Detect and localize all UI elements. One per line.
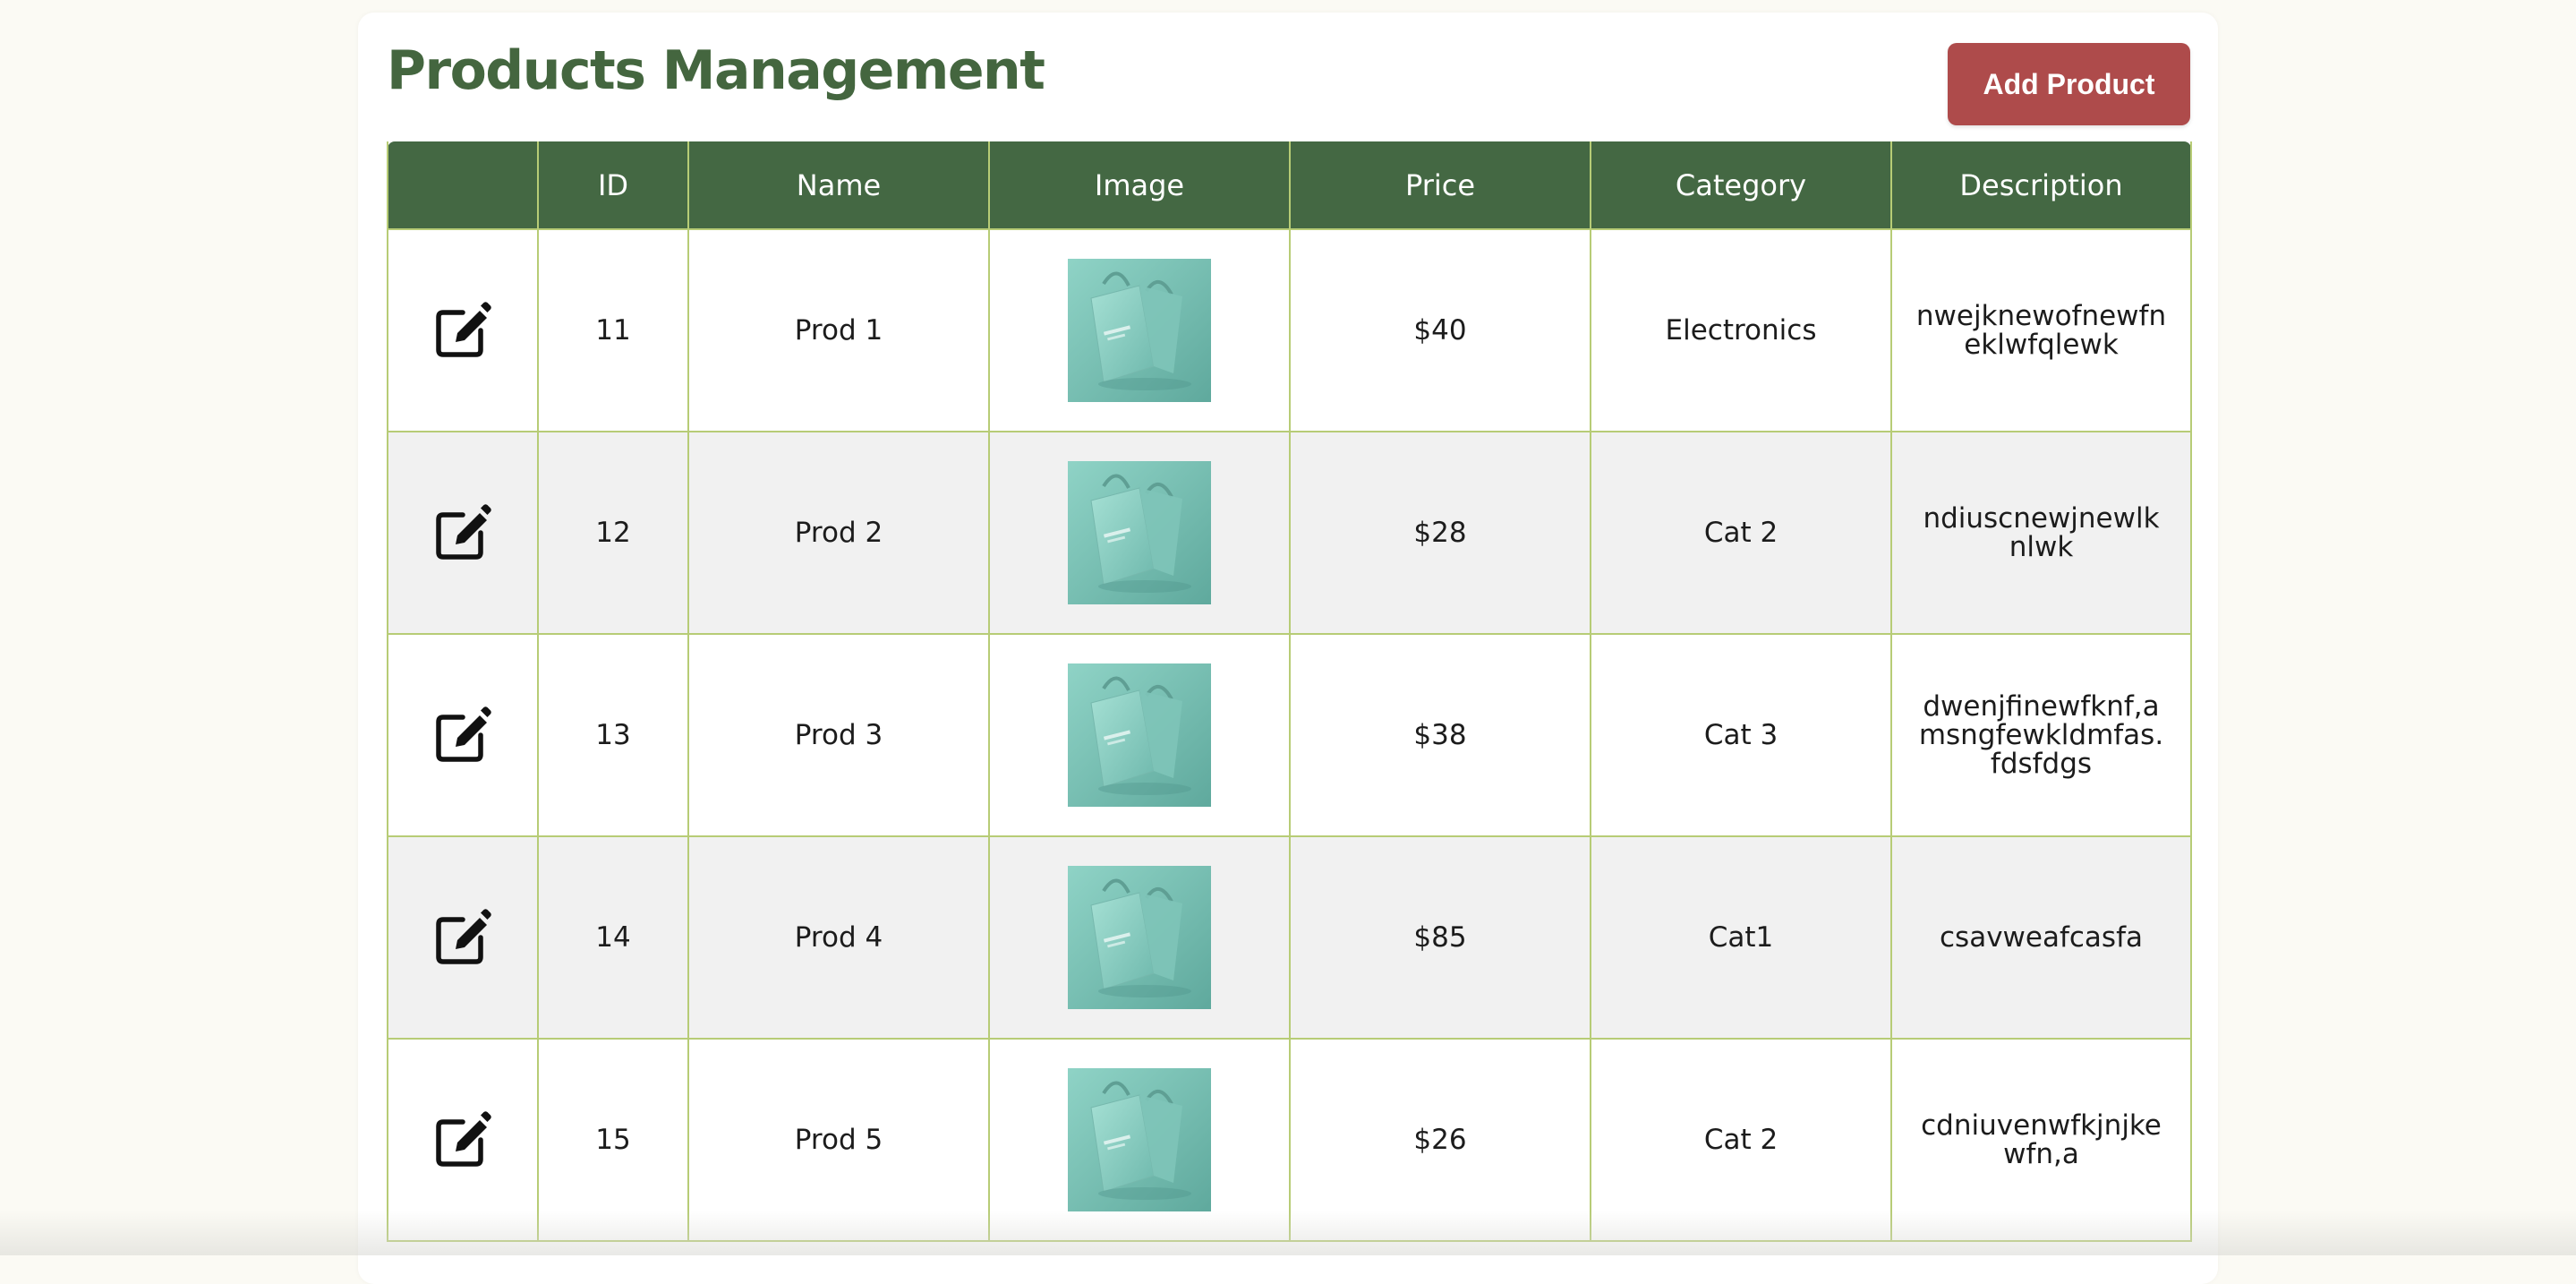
- cell-image: [988, 1038, 1291, 1242]
- column-header-actions: [387, 141, 539, 229]
- cell-description: ndiuscnewjnewlknlwk: [1890, 431, 2192, 635]
- add-product-button[interactable]: Add Product: [1948, 43, 2190, 125]
- column-header-name[interactable]: Name: [687, 141, 990, 229]
- page-title: Products Management: [387, 39, 1045, 102]
- cell-image: [988, 228, 1291, 432]
- cell-category: Cat 2: [1590, 431, 1892, 635]
- cell-price: $85: [1289, 835, 1591, 1040]
- edit-cell: [387, 633, 539, 837]
- product-image: [1068, 663, 1211, 807]
- cell-image: [988, 431, 1291, 635]
- table-row: 14 Prod 4 $85 Cat1 csavweafcasfa: [387, 835, 2192, 1040]
- product-image: [1068, 259, 1211, 402]
- cell-price: $40: [1289, 228, 1591, 432]
- cell-image: [988, 835, 1291, 1040]
- cell-name: Prod 1: [687, 228, 990, 432]
- table-row: 13 Prod 3 $38 Cat 3 dwenjfinewfknf,amsngfewk…: [387, 633, 2192, 837]
- column-header-category[interactable]: Category: [1590, 141, 1892, 229]
- edit-cell: [387, 835, 539, 1040]
- edit-cell: [387, 1038, 539, 1242]
- cell-id: 11: [537, 228, 689, 432]
- cell-category: Electronics: [1590, 228, 1892, 432]
- cell-price: $38: [1289, 633, 1591, 837]
- cell-price: $28: [1289, 431, 1591, 635]
- products-table: ID Name Image Price Category Description…: [387, 141, 2192, 1242]
- edit-cell: [387, 228, 539, 432]
- edit-cell: [387, 431, 539, 635]
- table-row: 15 Prod 5 $26 Cat 2 cdniuvenwfkjnjkewfn,a: [387, 1038, 2192, 1242]
- edit-icon[interactable]: [433, 1110, 492, 1169]
- cell-name: Prod 5: [687, 1038, 990, 1242]
- table-row: 12 Prod 2 $28 Cat 2 ndiuscnewjnewlknlwk: [387, 431, 2192, 635]
- cell-image: [988, 633, 1291, 837]
- column-header-price[interactable]: Price: [1289, 141, 1591, 229]
- cell-id: 13: [537, 633, 689, 837]
- cell-price: $26: [1289, 1038, 1591, 1242]
- product-image: [1068, 461, 1211, 604]
- cell-description: nwejknewofnewfneklwfqlewk: [1890, 228, 2192, 432]
- column-header-id[interactable]: ID: [537, 141, 689, 229]
- cell-description: cdniuvenwfkjnjkewfn,a: [1890, 1038, 2192, 1242]
- table-row: 11 Prod 1 $40 Electronics nwejknewofnewfnekl…: [387, 228, 2192, 432]
- cell-description: dwenjfinewfknf,amsngfewkldmfas.fdsfdgs: [1890, 633, 2192, 837]
- cell-id: 12: [537, 431, 689, 635]
- cell-id: 15: [537, 1038, 689, 1242]
- cell-category: Cat 3: [1590, 633, 1892, 837]
- product-image: [1068, 1068, 1211, 1211]
- cell-description: csavweafcasfa: [1890, 835, 2192, 1040]
- table-header-row: ID Name Image Price Category Description: [387, 141, 2192, 229]
- column-header-description: Description: [1890, 141, 2192, 229]
- cell-name: Prod 2: [687, 431, 990, 635]
- edit-icon[interactable]: [433, 908, 492, 967]
- cell-name: Prod 3: [687, 633, 990, 837]
- product-image: [1068, 866, 1211, 1009]
- cell-category: Cat 2: [1590, 1038, 1892, 1242]
- cell-id: 14: [537, 835, 689, 1040]
- edit-icon[interactable]: [433, 301, 492, 360]
- edit-icon[interactable]: [433, 706, 492, 765]
- edit-icon[interactable]: [433, 503, 492, 562]
- column-header-image: Image: [988, 141, 1291, 229]
- cell-category: Cat1: [1590, 835, 1892, 1040]
- cell-name: Prod 4: [687, 835, 990, 1040]
